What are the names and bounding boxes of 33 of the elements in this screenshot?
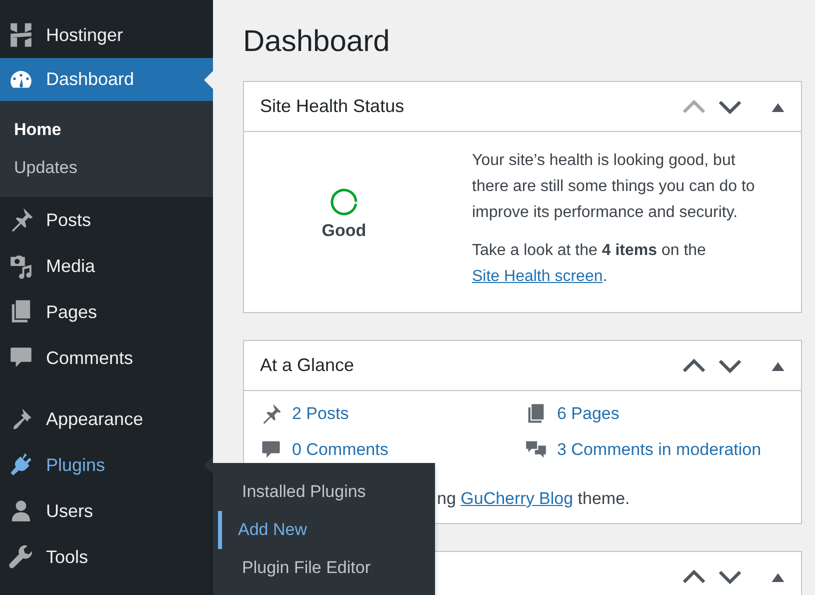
submenu-item[interactable]: Home xyxy=(0,111,213,149)
page-title: Dashboard xyxy=(243,24,391,60)
health-text: Take a look at the 4 items on the Site Health screen. xyxy=(472,241,707,287)
widget-title: At a Glance xyxy=(260,355,354,376)
glance-link[interactable]: 0 Comments xyxy=(260,439,525,461)
glance-link[interactable]: 3 Comments in moderation xyxy=(525,439,785,461)
menu-item[interactable]: Hostinger xyxy=(0,12,213,58)
menu-item[interactable]: Pages xyxy=(0,289,213,335)
menu-item[interactable]: Tools xyxy=(0,534,213,580)
menu-item[interactable]: Users xyxy=(0,488,213,534)
menu-item[interactable]: Dashboard xyxy=(0,58,213,101)
h-logo-icon xyxy=(8,22,34,48)
glance-link[interactable]: 6 Pages xyxy=(525,403,785,425)
health-status: Good xyxy=(322,221,366,241)
menu-item[interactable]: Appearance xyxy=(0,396,213,442)
flyout-item[interactable]: Plugin File Editor xyxy=(213,549,435,587)
glance-link[interactable]: 2 Posts xyxy=(260,403,525,425)
menu-item[interactable]: Posts xyxy=(0,197,213,243)
camera-music-icon xyxy=(8,253,34,279)
flyout-item[interactable]: Installed Plugins xyxy=(213,473,435,511)
submenu-item[interactable]: Updates xyxy=(0,149,213,187)
plug-icon xyxy=(8,452,34,478)
flyout-item[interactable]: Add New xyxy=(218,511,435,549)
theme-text: ng GuCherry Blog theme. xyxy=(437,489,631,509)
health-text: Your site’s health is looking good, but there are still some things you can do to improve its performance and security. xyxy=(472,151,756,223)
site-health-link[interactable]: Site Health screen xyxy=(472,268,603,285)
theme-link[interactable]: GuCherry Blog xyxy=(460,489,574,508)
menu-item[interactable]: Media xyxy=(0,243,213,289)
menu-item[interactable]: Comments xyxy=(0,335,213,381)
health-ring xyxy=(329,187,359,217)
wrench-icon xyxy=(8,544,34,570)
current-pointer-icon xyxy=(204,71,213,89)
widget-title: Site Health Status xyxy=(260,96,404,117)
